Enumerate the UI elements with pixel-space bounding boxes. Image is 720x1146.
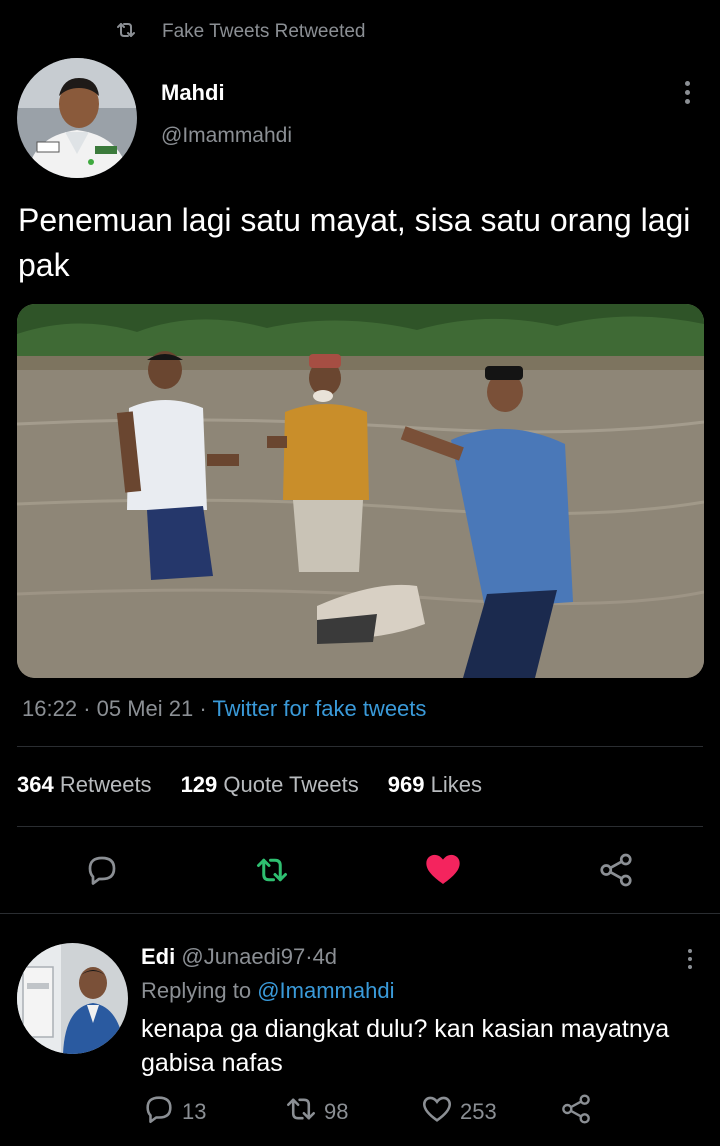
reply-age: 4d: [312, 944, 338, 969]
tweet-stats: 364 Retweets 129 Quote Tweets 969 Likes: [17, 772, 511, 798]
share-icon: [560, 1093, 598, 1131]
reply-text: kenapa ga diangkat dulu? kan kasian maya…: [141, 1015, 670, 1077]
retweet-icon: [254, 852, 290, 893]
tweet-time: 16:22: [22, 696, 78, 721]
reply-share-button[interactable]: [560, 1094, 598, 1130]
like-icon: [420, 1092, 460, 1132]
tweet-text: Penemuan lagi satu mayat, sisa satu oran…: [18, 202, 691, 283]
retweets-count: 364: [17, 772, 54, 797]
retweeted-by-label[interactable]: Fake Tweets Retweeted: [162, 21, 365, 43]
divider: [17, 826, 703, 827]
replying-to-mention[interactable]: @Imammahdi: [257, 978, 394, 1003]
meta-separator: ·: [305, 944, 313, 969]
quote-tweets-stat[interactable]: 129 Quote Tweets: [181, 772, 359, 798]
tweet-date: 05 Mei 21: [96, 696, 194, 721]
reply-like-button[interactable]: 253: [420, 1094, 497, 1130]
replying-to: Replying to @Imammahdi: [141, 978, 394, 1004]
reply-retweet-button[interactable]: 98: [284, 1094, 348, 1130]
share-icon: [598, 852, 634, 893]
likes-label: Likes: [430, 772, 482, 797]
like-button[interactable]: [422, 850, 464, 892]
share-button[interactable]: [596, 852, 636, 892]
tweet-meta: 16:22 · 05 Mei 21 · Twitter for fake twe…: [22, 696, 426, 722]
tweet-source-link[interactable]: Twitter for fake tweets: [212, 696, 426, 721]
reply-author-handle[interactable]: @Junaedi97: [181, 944, 305, 969]
reply-like-count: 253: [460, 1099, 497, 1124]
quotes-label: Quote Tweets: [223, 772, 359, 797]
divider: [0, 913, 720, 914]
reply-icon: [84, 852, 120, 893]
reply-reply-button[interactable]: 13: [142, 1094, 206, 1130]
reply-author-name[interactable]: Edi: [141, 944, 175, 969]
meta-separator: ·: [199, 696, 207, 721]
divider: [17, 746, 703, 747]
retweet-button[interactable]: [252, 852, 292, 892]
meta-separator: ·: [83, 696, 91, 721]
reply-button[interactable]: [82, 852, 122, 892]
author-handle[interactable]: @Imammahdi: [161, 124, 292, 148]
retweeted-by-header: Fake Tweets Retweeted: [114, 18, 365, 46]
retweet-icon: [114, 18, 138, 47]
likes-count: 969: [387, 772, 425, 797]
reply-author-avatar[interactable]: [17, 943, 128, 1054]
reply-reply-count: 13: [182, 1099, 207, 1124]
author-name[interactable]: Mahdi: [161, 80, 225, 106]
like-icon: [423, 849, 463, 894]
replying-to-label: Replying to: [141, 978, 252, 1003]
retweet-icon: [284, 1092, 324, 1132]
likes-stat[interactable]: 969 Likes: [388, 772, 482, 798]
author-avatar[interactable]: [17, 58, 137, 178]
more-vertical-icon[interactable]: [676, 76, 698, 108]
tweet-media-photo[interactable]: [17, 304, 704, 678]
retweets-stat[interactable]: 364 Retweets: [17, 772, 152, 798]
reply-icon: [142, 1092, 182, 1132]
tweet-detail-screen: Fake Tweets Retweeted Mahdi @Imammahdi P…: [0, 0, 720, 1146]
retweets-label: Retweets: [59, 772, 152, 797]
reply-retweet-count: 98: [324, 1099, 349, 1124]
reply-header: Edi @Junaedi97·4d: [141, 944, 337, 970]
more-vertical-icon[interactable]: [680, 944, 700, 974]
quotes-count: 129: [180, 772, 218, 797]
